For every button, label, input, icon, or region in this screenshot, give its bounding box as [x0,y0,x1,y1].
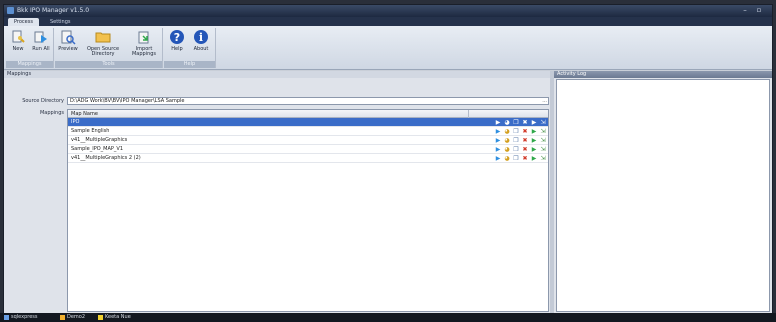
run-mapping-icon[interactable]: ▶ [495,155,501,162]
delete-mapping-icon[interactable]: ✖ [522,146,528,153]
svg-text:?: ? [174,31,180,44]
preview-mapping-icon[interactable]: ◕ [504,146,510,153]
row-actions: ▶ ◕ ❐ ✖ ▶ ⇲ [495,137,546,144]
delete-mapping-icon[interactable]: ✖ [522,128,528,135]
run-mapping-icon[interactable]: ▶ [495,137,501,144]
title-bar: Bkk IPO Manager v1.5.0 – ▫ [4,5,772,17]
run-mapping-icon[interactable]: ▶ [495,128,501,135]
ribbon: New Run All Mappings Preview Open Source… [4,26,772,70]
ribbon-group-mappings: New Run All Mappings [6,28,54,68]
app-icon [7,7,14,14]
folder-icon [60,315,65,320]
ribbon-tabs: Process Settings [4,17,772,26]
open-mapping-icon[interactable]: ⇲ [540,146,546,153]
delete-mapping-icon[interactable]: ✖ [522,119,528,126]
app-window: Bkk IPO Manager v1.5.0 – ▫ Process Setti… [3,4,773,314]
play-mapping-icon[interactable]: ▶ [531,146,537,153]
table-row[interactable]: v41__MultipleGraphics ▶ ◕ ❐ ✖ ▶ ⇲ [68,136,548,145]
play-mapping-icon[interactable]: ▶ [531,155,537,162]
row-actions: ▶ ◕ ❐ ✖ ▶ ⇲ [495,119,546,126]
open-mapping-icon[interactable]: ⇲ [540,128,546,135]
help-icon: ? [169,29,185,45]
taskbar: sqlexpress Demo2 Keeta Nue [0,313,776,322]
group-label-help: Help [164,61,215,68]
new-mapping-icon [10,29,26,45]
activity-log-panel: Activity Log [554,71,772,314]
preview-mapping-icon[interactable]: ◕ [504,119,510,126]
taskbar-item-keeta-nue[interactable]: Keeta Nue [98,314,131,321]
tab-settings[interactable]: Settings [44,18,77,26]
map-name-cell: v41__MultipleGraphics [71,137,128,143]
source-directory-value: D:\ADG Work\BV\BV\IPO Manager\LSA Sample [70,98,185,104]
open-mapping-icon[interactable]: ⇲ [540,119,546,126]
taskbar-item-demo2[interactable]: Demo2 [60,314,85,321]
browse-button[interactable]: ... [542,98,547,104]
open-mapping-icon[interactable]: ⇲ [540,137,546,144]
row-actions: ▶ ◕ ❐ ✖ ▶ ⇲ [495,155,546,162]
run-all-button[interactable]: Run All [30,29,52,52]
copy-mapping-icon[interactable]: ❐ [513,146,519,153]
play-mapping-icon[interactable]: ▶ [531,137,537,144]
main-area: Mappings Source Directory D:\ADG Work\BV… [4,71,772,314]
run-mapping-icon[interactable]: ▶ [495,146,501,153]
help-button[interactable]: ? Help [166,29,188,52]
new-button[interactable]: New [7,29,29,52]
copy-mapping-icon[interactable]: ❐ [513,155,519,162]
maximize-button[interactable]: ▫ [754,6,764,15]
play-mapping-icon[interactable]: ▶ [531,119,537,126]
source-directory-label: Source Directory [22,98,64,104]
preview-icon [60,29,76,45]
mappings-label: Mappings [39,110,64,116]
ribbon-group-tools: Preview Open Source Directory Import Map… [55,28,163,68]
delete-mapping-icon[interactable]: ✖ [522,155,528,162]
window-title: Bkk IPO Manager v1.5.0 [17,7,90,14]
row-actions: ▶ ◕ ❐ ✖ ▶ ⇲ [495,128,546,135]
open-mapping-icon[interactable]: ⇲ [540,155,546,162]
play-mapping-icon[interactable]: ▶ [531,128,537,135]
minimize-button[interactable]: – [740,6,750,15]
table-row[interactable]: Sample English ▶ ◕ ❐ ✖ ▶ ⇲ [68,127,548,136]
open-source-directory-button[interactable]: Open Source Directory [81,29,125,57]
mappings-panel-header: Mappings [4,71,550,78]
run-all-icon [33,29,49,45]
preview-mapping-icon[interactable]: ◕ [504,128,510,135]
delete-mapping-icon[interactable]: ✖ [522,137,528,144]
copy-mapping-icon[interactable]: ❐ [513,128,519,135]
group-label-mappings: Mappings [6,61,53,68]
import-icon [136,29,152,45]
map-name-cell: Sample_IPO_MAP_V1 [71,146,124,152]
user-icon [98,315,103,320]
column-header-map-name[interactable]: Map Name [68,110,548,118]
group-label-tools: Tools [55,61,162,68]
copy-mapping-icon[interactable]: ❐ [513,119,519,126]
database-icon [4,315,9,320]
map-name-cell: Sample English [71,128,110,134]
activity-log-list [556,79,770,312]
table-row[interactable]: v41__MultipleGraphics 2 (2) ▶ ◕ ❐ ✖ ▶ ⇲ [68,154,548,163]
mappings-grid: Map Name IPO ▶ ◕ ❐ ✖ ▶ ⇲ Sample English ▶ ◕ ❐ ✖ ▶ ⇲ v4… [67,109,549,312]
preview-mapping-icon[interactable]: ◕ [504,137,510,144]
table-row[interactable]: IPO ▶ ◕ ❐ ✖ ▶ ⇲ [68,118,548,127]
folder-icon [95,29,111,45]
tab-process[interactable]: Process [8,18,39,26]
info-icon: i [193,29,209,45]
preview-button[interactable]: Preview [56,29,80,52]
source-directory-field[interactable]: D:\ADG Work\BV\BV\IPO Manager\LSA Sample… [67,97,549,105]
table-row[interactable]: Sample_IPO_MAP_V1 ▶ ◕ ❐ ✖ ▶ ⇲ [68,145,548,154]
activity-log-header: Activity Log [554,71,772,78]
import-mappings-button[interactable]: Import Mappings [127,29,161,57]
svg-text:i: i [199,31,203,44]
run-mapping-icon[interactable]: ▶ [495,119,501,126]
row-actions: ▶ ◕ ❐ ✖ ▶ ⇲ [495,146,546,153]
copy-mapping-icon[interactable]: ❐ [513,137,519,144]
map-name-cell: v41__MultipleGraphics 2 (2) [71,155,141,161]
about-button[interactable]: i About [190,29,212,52]
taskbar-item-sqlexpress[interactable]: sqlexpress [4,314,38,321]
preview-mapping-icon[interactable]: ◕ [504,155,510,162]
mappings-rows: IPO ▶ ◕ ❐ ✖ ▶ ⇲ Sample English ▶ ◕ ❐ ✖ ▶ ⇲ v41__Multip… [68,118,548,163]
ribbon-group-help: ? Help i About Help [164,28,216,68]
map-name-cell: IPO [71,119,80,125]
